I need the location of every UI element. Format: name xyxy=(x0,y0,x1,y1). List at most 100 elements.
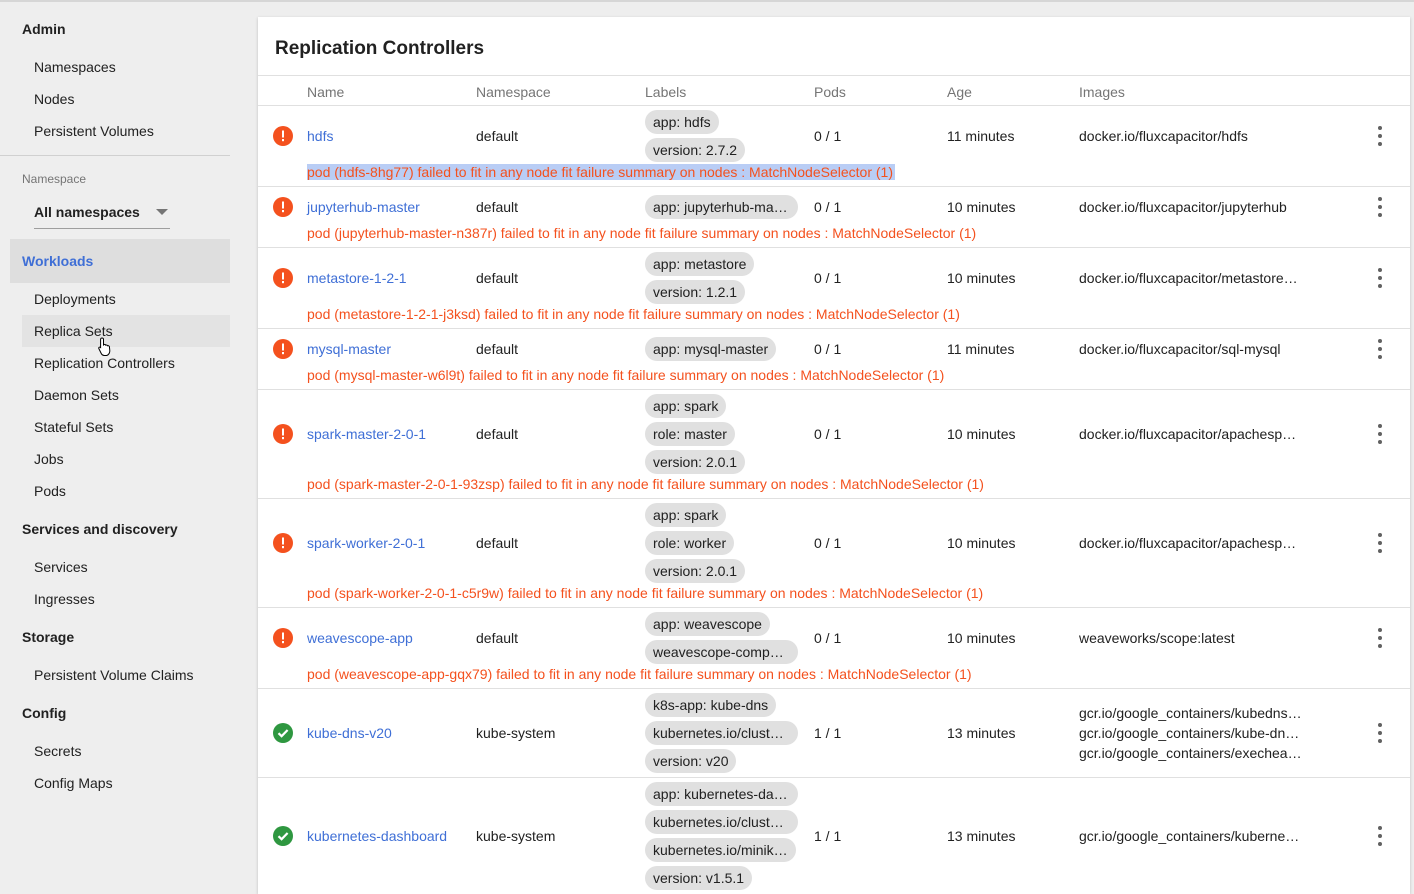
replication-controllers-card: Replication Controllers Name Namespace L… xyxy=(258,17,1410,894)
row-name-link[interactable]: hdfs xyxy=(307,128,333,144)
row-name-link[interactable]: kubernetes-dashboard xyxy=(307,828,447,844)
row-age: 13 minutes xyxy=(947,725,1016,741)
hand-pointer-icon xyxy=(98,337,111,356)
table-row: kubernetes-dashboard kube-system app: ku… xyxy=(258,778,1410,894)
row-age: 10 minutes xyxy=(947,199,1016,215)
more-vert-icon[interactable] xyxy=(1370,824,1390,848)
row-name-link[interactable]: jupyterhub-master xyxy=(307,199,420,215)
label-chip: app: hdfs xyxy=(645,110,719,134)
more-vert-icon[interactable] xyxy=(1370,422,1390,446)
label-chip: version: 2.0.1 xyxy=(645,559,746,583)
row-namespace: default xyxy=(476,630,519,646)
row-name-link[interactable]: metastore-1-2-1 xyxy=(307,270,407,286)
label-chip: app: kubernetes-das… xyxy=(645,782,798,806)
table-row: metastore-1-2-1 default app: metastore v… xyxy=(258,248,1410,329)
more-vert-icon[interactable] xyxy=(1370,124,1390,148)
row-error-message: pod (spark-worker-2-0-1-c5r9w) failed to… xyxy=(307,585,984,601)
row-image: gcr.io/google_containers/execheа… xyxy=(1079,745,1302,761)
label-chip: version: 2.0.1 xyxy=(645,450,746,474)
row-image: docker.io/fluxcapacitor/hdfs xyxy=(1079,128,1248,144)
nav-heading-workloads[interactable]: Workloads xyxy=(10,239,230,283)
sidebar-item-replication-controllers[interactable]: Replication Controllers xyxy=(34,355,175,371)
more-vert-icon[interactable] xyxy=(1370,626,1390,650)
label-chip: app: metastore xyxy=(645,252,755,276)
label-chip: app: mysql-master xyxy=(645,337,777,361)
row-name-link[interactable]: spark-worker-2-0-1 xyxy=(307,535,425,551)
row-error-message: pod (spark-master-2-0-1-93zsp) failed to… xyxy=(307,476,984,492)
row-namespace: kube-system xyxy=(476,828,556,844)
column-header-name[interactable]: Name xyxy=(307,84,344,100)
label-chip: app: jupyterhub-mas… xyxy=(645,195,798,219)
row-image: gcr.io/google_containers/kubedns… xyxy=(1079,705,1302,721)
row-error-message: pod (hdfs-8hg77) failed to fit in any no… xyxy=(307,164,895,180)
label-chip: kubernetes.io/cluste… xyxy=(645,721,798,745)
more-vert-icon[interactable] xyxy=(1370,266,1390,290)
check-circle-icon xyxy=(273,826,293,846)
label-chip: version: 2.7.2 xyxy=(645,138,746,162)
row-name-link[interactable]: mysql-master xyxy=(307,341,391,357)
row-pods: 1 / 1 xyxy=(814,725,842,741)
label-chip: kubernetes.io/minik… xyxy=(645,838,796,862)
nav-heading-config[interactable]: Config xyxy=(22,705,66,721)
sidebar-item-config-maps[interactable]: Config Maps xyxy=(34,775,113,791)
row-pods: 0 / 1 xyxy=(814,270,842,286)
label-chip: kubernetes.io/cluste… xyxy=(645,810,798,834)
row-error-message: pod (mysql-master-w6l9t) failed to fit i… xyxy=(307,367,945,383)
sidebar-item-persistent-volumes[interactable]: Persistent Volumes xyxy=(34,123,154,139)
nav-heading-services[interactable]: Services and discovery xyxy=(22,521,178,537)
row-error-message: pod (jupyterhub-master-n387r) failed to … xyxy=(307,225,977,241)
row-image: docker.io/fluxcapacitor/metastore… xyxy=(1079,270,1298,286)
check-circle-icon xyxy=(273,723,293,743)
sidebar-item-secrets[interactable]: Secrets xyxy=(34,743,81,759)
more-vert-icon[interactable] xyxy=(1370,721,1390,745)
exclamation-circle-icon xyxy=(273,628,293,648)
row-image: docker.io/fluxcapacitor/sql-mysql xyxy=(1079,341,1281,357)
nav-heading-admin[interactable]: Admin xyxy=(22,21,66,37)
row-image: docker.io/fluxcapacitor/jupyterhub xyxy=(1079,199,1287,215)
row-age: 11 minutes xyxy=(947,341,1015,357)
selected-text: pod (hdfs-8hg77) failed to fit in any no… xyxy=(307,164,895,180)
more-vert-icon[interactable] xyxy=(1370,337,1390,361)
row-namespace: default xyxy=(476,270,519,286)
title-divider xyxy=(258,75,1410,76)
more-vert-icon[interactable] xyxy=(1370,531,1390,555)
sidebar-item-services[interactable]: Services xyxy=(34,559,88,575)
workloads-label: Workloads xyxy=(22,253,94,269)
sidebar-item-persistent-volume-claims[interactable]: Persistent Volume Claims xyxy=(34,667,194,683)
sidebar-item-deployments[interactable]: Deployments xyxy=(34,291,116,307)
nav-heading-storage[interactable]: Storage xyxy=(22,629,74,645)
namespace-select-value: All namespaces xyxy=(34,204,140,220)
column-header-age[interactable]: Age xyxy=(947,84,972,100)
row-namespace: default xyxy=(476,128,519,144)
label-chip: app: spark xyxy=(645,503,727,527)
row-image: docker.io/fluxcapacitor/apachesp… xyxy=(1079,426,1297,442)
sidebar-item-nodes[interactable]: Nodes xyxy=(34,91,74,107)
sidebar-item-jobs[interactable]: Jobs xyxy=(34,451,64,467)
sidebar-item-stateful-sets[interactable]: Stateful Sets xyxy=(34,419,113,435)
label-chip: app: spark xyxy=(645,394,727,418)
row-namespace: kube-system xyxy=(476,725,556,741)
row-age: 11 minutes xyxy=(947,128,1015,144)
exclamation-circle-icon xyxy=(273,197,293,217)
table-row: weavescope-app default app: weavescope w… xyxy=(258,608,1410,689)
namespace-select[interactable]: All namespaces xyxy=(34,201,170,229)
exclamation-circle-icon xyxy=(273,126,293,146)
label-chip: version: v20 xyxy=(645,749,737,773)
row-name-link[interactable]: spark-master-2-0-1 xyxy=(307,426,426,442)
row-namespace: default xyxy=(476,341,519,357)
namespace-label: Namespace xyxy=(22,172,87,186)
nav-divider xyxy=(0,155,230,156)
row-pods: 0 / 1 xyxy=(814,341,842,357)
sidebar-item-namespaces[interactable]: Namespaces xyxy=(34,59,116,75)
row-name-link[interactable]: weavescope-app xyxy=(307,630,413,646)
row-pods: 1 / 1 xyxy=(814,828,842,844)
row-pods: 0 / 1 xyxy=(814,199,842,215)
row-name-link[interactable]: kube-dns-v20 xyxy=(307,725,392,741)
sidebar-item-daemon-sets[interactable]: Daemon Sets xyxy=(34,387,119,403)
column-header-namespace[interactable]: Namespace xyxy=(476,84,551,100)
sidebar-item-ingresses[interactable]: Ingresses xyxy=(34,591,95,607)
label-chip: app: weavescope xyxy=(645,612,770,636)
row-namespace: default xyxy=(476,535,519,551)
more-vert-icon[interactable] xyxy=(1370,195,1390,219)
sidebar-item-pods[interactable]: Pods xyxy=(34,483,66,499)
